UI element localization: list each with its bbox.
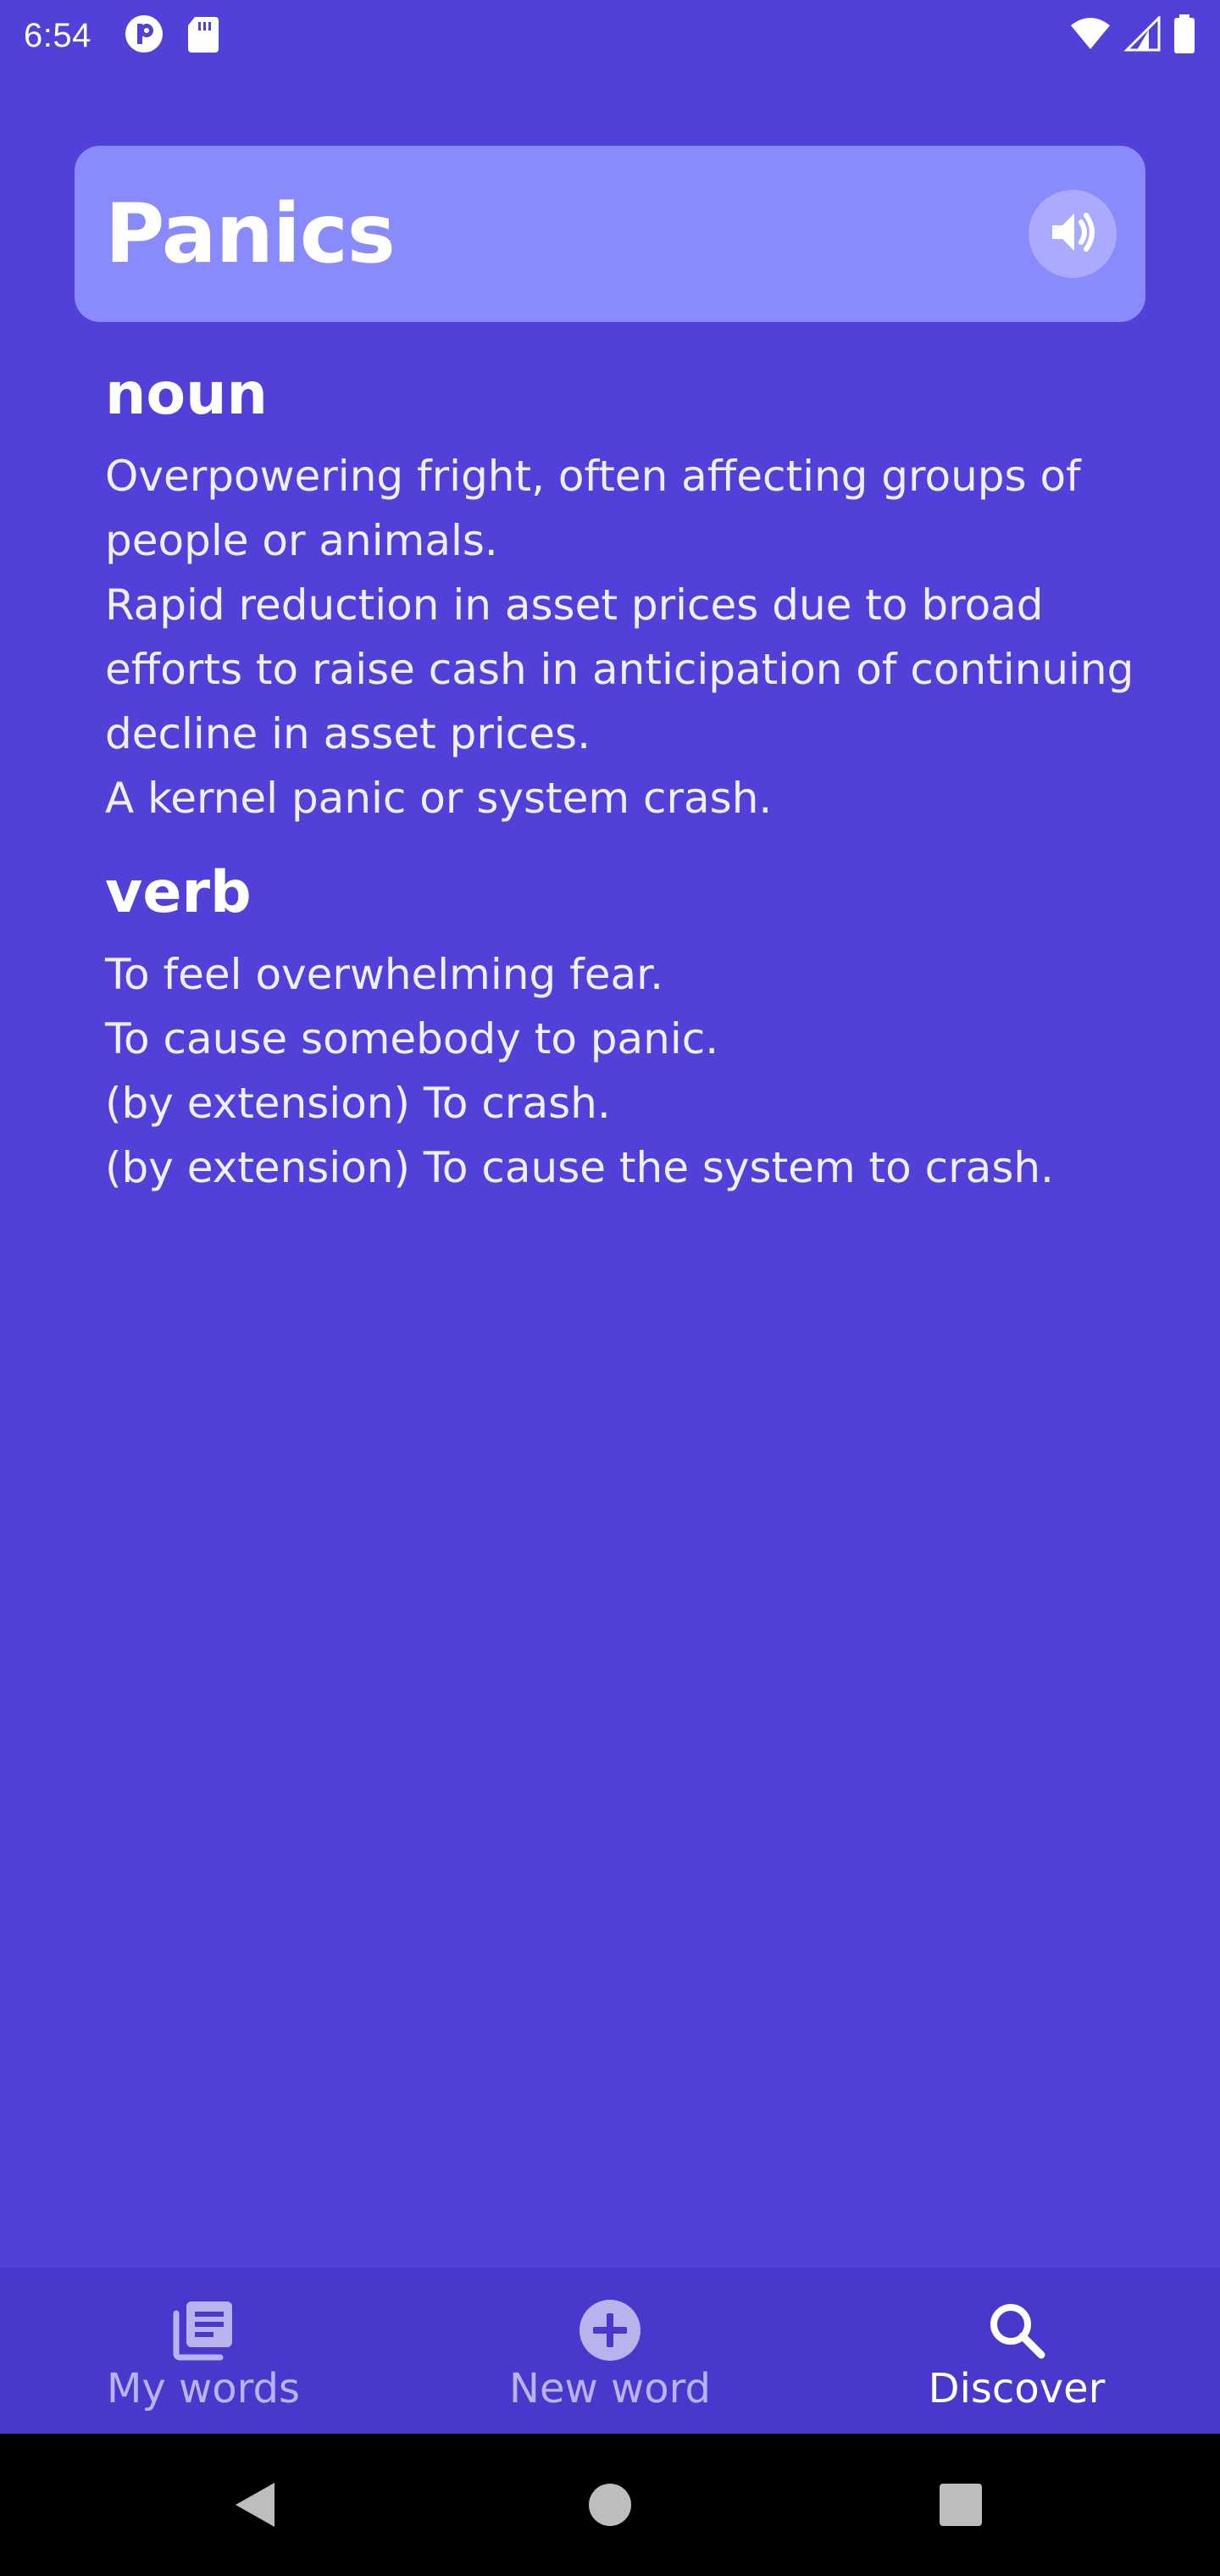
definition-item: To cause somebody to panic. xyxy=(105,1014,719,1063)
bottom-nav: My words New word Discover xyxy=(0,2268,1220,2434)
part-of-speech-heading: noun xyxy=(105,361,268,428)
cell-signal-icon xyxy=(1123,14,1161,55)
word-card: Panics xyxy=(75,146,1145,322)
battery-icon xyxy=(1173,14,1196,57)
sd-card-icon xyxy=(186,15,220,56)
notification-p-icon xyxy=(124,14,164,58)
part-of-speech-heading: verb xyxy=(105,859,252,926)
nav-label: Discover xyxy=(928,2365,1106,2412)
nav-label: My words xyxy=(106,2365,301,2412)
definition-list: To feel overwhelming fear. To cause some… xyxy=(105,942,1139,1200)
definition-item: To feel overwhelming fear. xyxy=(105,950,663,999)
definition-item: Rapid reduction in asset prices due to b… xyxy=(105,580,1134,758)
pronounce-button[interactable] xyxy=(1029,190,1117,278)
back-icon[interactable] xyxy=(230,2479,278,2530)
wifi-icon xyxy=(1069,17,1112,54)
system-nav-bar xyxy=(0,2434,1220,2576)
definitions-section: noun Overpowering fright, often affectin… xyxy=(105,353,1139,1220)
status-right-icons xyxy=(1069,0,1196,71)
search-icon xyxy=(987,2297,1046,2363)
pos-block-noun: noun Overpowering fright, often affectin… xyxy=(105,353,1139,830)
volume-icon xyxy=(1045,205,1100,263)
nav-label: New word xyxy=(509,2365,711,2412)
status-time: 6:54 xyxy=(24,16,92,54)
status-bar: 6:54 xyxy=(0,0,1220,71)
pos-block-verb: verb To feel overwhelming fear. To cause… xyxy=(105,851,1139,1200)
definition-item: (by extension) To cause the system to cr… xyxy=(105,1143,1054,1192)
definition-list: Overpowering fright, often affecting gro… xyxy=(105,444,1139,830)
library-icon xyxy=(171,2297,236,2363)
definition-item: (by extension) To crash. xyxy=(105,1079,611,1128)
definition-item: A kernel panic or system crash. xyxy=(105,774,773,823)
add-circle-icon xyxy=(578,2297,642,2363)
nav-item-new-word[interactable]: New word xyxy=(407,2268,813,2434)
status-left-icons xyxy=(124,14,220,58)
nav-item-discover[interactable]: Discover xyxy=(813,2268,1220,2434)
home-icon[interactable] xyxy=(587,2482,633,2528)
nav-item-my-words[interactable]: My words xyxy=(0,2268,407,2434)
definition-item: Overpowering fright, often affecting gro… xyxy=(105,452,1081,565)
recents-icon[interactable] xyxy=(938,2482,984,2528)
word-title: Panics xyxy=(105,186,396,281)
